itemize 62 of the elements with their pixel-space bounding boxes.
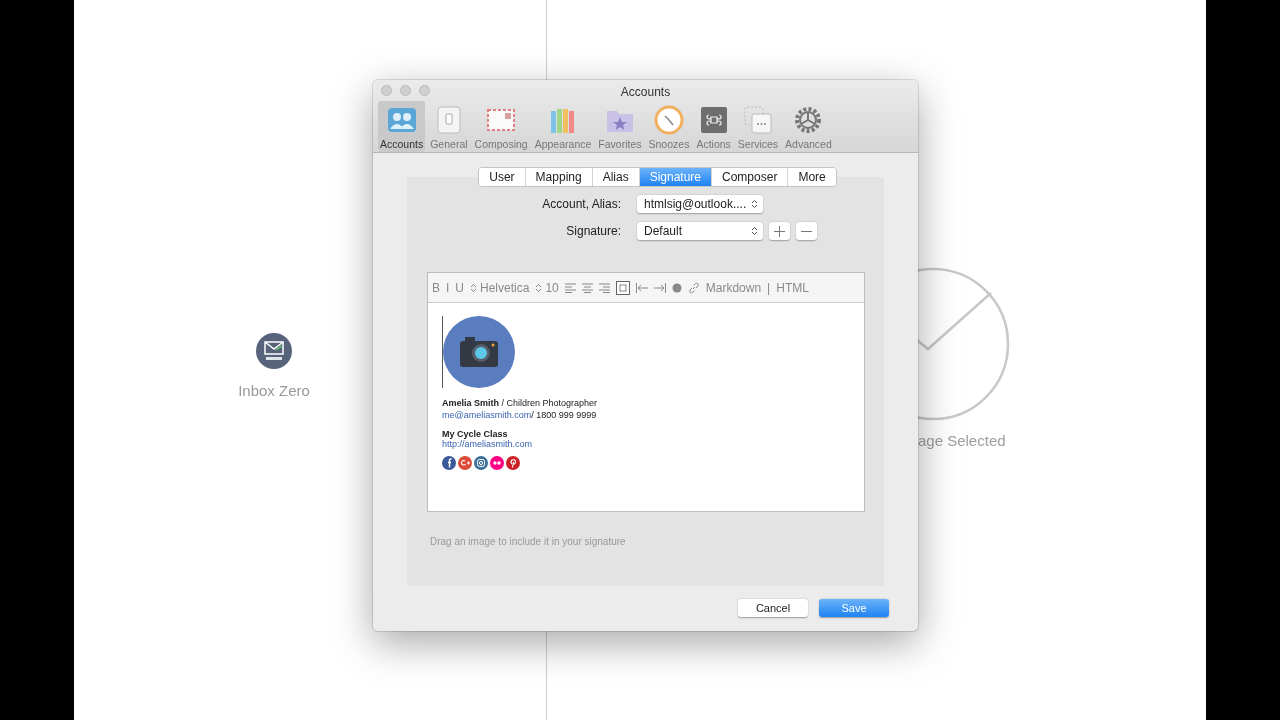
camera-avatar-icon [443, 316, 515, 388]
toolbar-tab[interactable]: Services [735, 101, 781, 152]
font-select[interactable]: Helvetica [470, 280, 530, 295]
bold-button[interactable]: B [432, 280, 440, 295]
field-label: Signature: [565, 224, 621, 238]
status-text: age Selected [918, 432, 1006, 449]
align-center-icon[interactable] [581, 282, 593, 293]
toolbar-tab[interactable]: Favorites [596, 101, 644, 152]
italic-button[interactable]: I [446, 280, 450, 295]
field-label: Account, Alias: [541, 197, 621, 211]
toolbar-tab[interactable]: Actions [694, 101, 733, 152]
people-icon [386, 105, 417, 135]
align-right-icon[interactable] [598, 282, 610, 293]
remove-button[interactable] [796, 222, 817, 240]
clock-icon [653, 105, 684, 135]
separator: | [767, 280, 771, 295]
align-left-icon[interactable] [564, 282, 576, 293]
toolbar-tab[interactable]: Appearance [532, 101, 594, 152]
link-icon[interactable] [687, 281, 700, 294]
hint-text: Drag an image to include it in your signature [429, 536, 627, 547]
tab[interactable]: Signature [638, 168, 712, 186]
command-key-icon [698, 105, 729, 135]
save-button[interactable]: Save [819, 599, 889, 617]
gear-icon [793, 105, 824, 135]
google-plus-icon[interactable] [458, 456, 472, 470]
plus-icon [774, 225, 785, 237]
toolbar-tab[interactable]: General [428, 101, 470, 152]
size-select[interactable]: 10 [535, 280, 559, 295]
company-name: My Cycle Class [442, 429, 509, 439]
window-title: Accounts [620, 84, 671, 99]
name-title-line: Amelia Smith / Children Photographer [442, 398, 599, 408]
updown-icon [751, 226, 758, 236]
dashed-windows-icon [742, 105, 773, 135]
app-name: Inbox Zero [238, 382, 310, 399]
account-select[interactable]: htmlsig@outlook.... [637, 195, 763, 213]
toolbar-tab[interactable]: Accounts [378, 101, 426, 152]
instagram-icon[interactable] [474, 456, 488, 470]
toolbar-tab[interactable]: Snoozes [646, 101, 692, 152]
signature-select[interactable]: Default [637, 222, 763, 240]
underline-button[interactable]: U [455, 280, 465, 295]
text-cursor [442, 316, 443, 388]
updown-icon [751, 199, 758, 209]
envelope-logo-icon [256, 333, 292, 369]
phone-number: / 1800 999 9999 [531, 410, 597, 420]
facebook-icon[interactable] [442, 456, 456, 470]
indent-icon[interactable] [653, 282, 666, 293]
tab[interactable]: More [787, 168, 836, 186]
pinterest-icon[interactable] [506, 456, 520, 470]
html-button[interactable]: HTML [776, 280, 809, 295]
flickr-icon[interactable] [490, 456, 504, 470]
updown-icon [535, 282, 543, 293]
minus-icon [801, 229, 812, 233]
toolbar-tab[interactable]: Advanced [783, 101, 834, 152]
website-link[interactable]: http://ameliasmith.com [442, 439, 533, 449]
updown-icon [470, 282, 478, 293]
toolbar-tab[interactable]: Composing [472, 101, 530, 152]
border-box-icon[interactable] [615, 280, 630, 295]
outdent-icon[interactable] [635, 282, 648, 293]
markdown-button[interactable]: Markdown [705, 280, 762, 295]
color-dot-icon[interactable] [671, 282, 682, 293]
add-button[interactable] [769, 222, 790, 240]
cancel-button[interactable]: Cancel [738, 599, 808, 617]
